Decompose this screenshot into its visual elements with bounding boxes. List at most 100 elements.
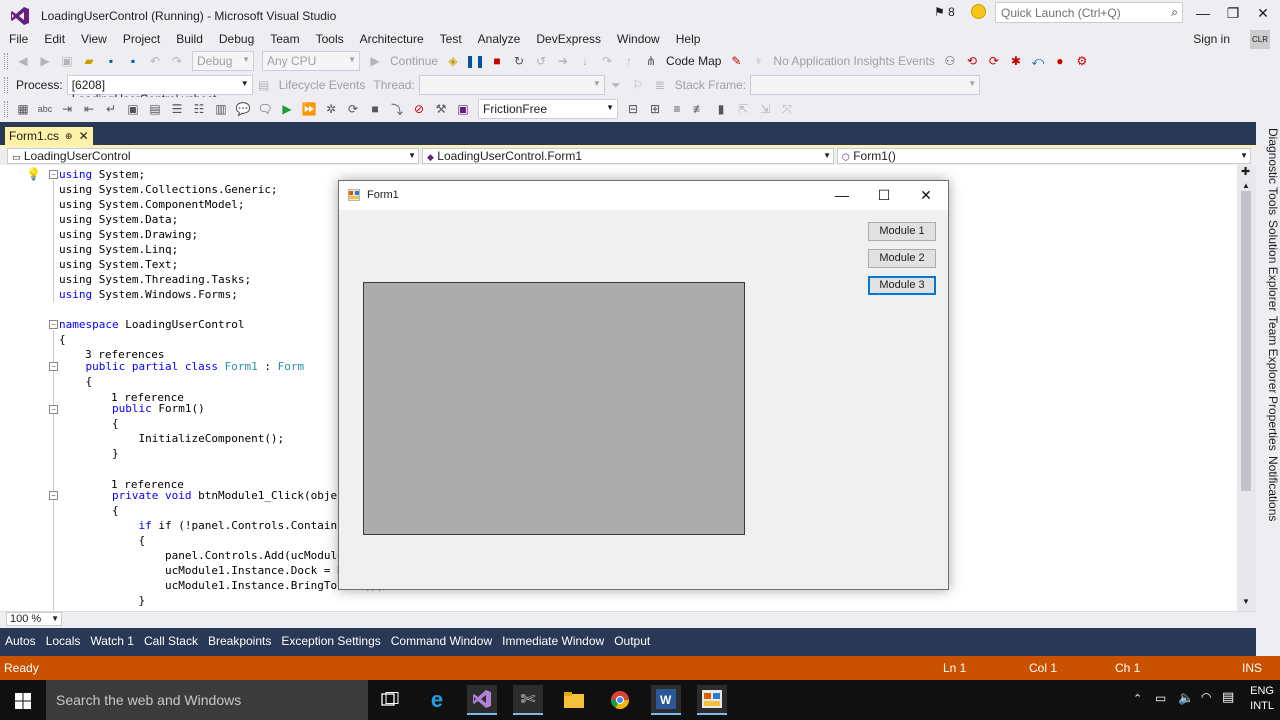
- menu-window[interactable]: Window: [608, 31, 667, 48]
- friction-select[interactable]: FrictionFree ▼: [478, 99, 618, 119]
- zoom-select[interactable]: 100 % ▼: [6, 612, 62, 626]
- glasses-icon[interactable]: ⚇: [942, 53, 958, 69]
- type-dropdown[interactable]: ◆ LoadingUserControl.Form1 ▼: [422, 148, 834, 164]
- start-button[interactable]: [0, 680, 46, 720]
- save-icon[interactable]: ▪: [103, 53, 119, 69]
- step-into-icon[interactable]: ↓: [577, 53, 593, 69]
- language-indicator[interactable]: ENG INTL: [1250, 684, 1274, 714]
- tool-icon[interactable]: ⚒: [433, 101, 449, 117]
- menu-devexpress[interactable]: DevExpress: [527, 31, 608, 48]
- next-bookmark-icon[interactable]: ⇲: [757, 101, 773, 117]
- bug-icon[interactable]: ✲: [323, 101, 339, 117]
- menu-edit[interactable]: Edit: [35, 31, 72, 48]
- align-icon-1[interactable]: ⊟: [625, 101, 641, 117]
- menu-analyze[interactable]: Analyze: [469, 31, 528, 48]
- devexpress-icon-1[interactable]: ⟲: [964, 53, 980, 69]
- menu-help[interactable]: Help: [667, 31, 708, 48]
- form-app-icon[interactable]: [697, 685, 727, 715]
- menu-team[interactable]: Team: [261, 31, 306, 48]
- bookmark-icon[interactable]: ▮: [713, 101, 729, 117]
- run-all-icon[interactable]: ⏩: [301, 101, 317, 117]
- tab-autos[interactable]: Autos: [0, 630, 41, 652]
- redo-icon[interactable]: ↷: [169, 53, 185, 69]
- taskbar-search-input[interactable]: Search the web and Windows: [46, 680, 368, 720]
- restore-button[interactable]: ❐: [1218, 0, 1248, 26]
- menu-test[interactable]: Test: [431, 31, 469, 48]
- sign-in-link[interactable]: Sign in: [1193, 32, 1230, 46]
- quick-launch-input[interactable]: Quick Launch (Ctrl+Q) ⌕: [995, 2, 1183, 23]
- purple-box-icon[interactable]: ▣: [455, 101, 471, 117]
- application-insights-dropdown[interactable]: No Application Insights Events: [773, 54, 934, 68]
- menu-project[interactable]: Project: [114, 31, 167, 48]
- back-icon[interactable]: ◀: [15, 53, 31, 69]
- tab-command-window[interactable]: Command Window: [386, 630, 497, 652]
- pin-icon[interactable]: ⊕: [65, 131, 73, 142]
- side-tab-team-explorer[interactable]: Team Explorer: [1256, 316, 1280, 393]
- form1-minimize-button[interactable]: —: [821, 181, 863, 210]
- tools-app-icon[interactable]: ✄: [513, 685, 543, 715]
- tab-call-stack[interactable]: Call Stack: [139, 630, 203, 652]
- continue-button[interactable]: Continue: [390, 54, 438, 68]
- devexpress-icon-4[interactable]: ⤺: [1030, 53, 1046, 69]
- collapse-class-toggle[interactable]: −: [49, 362, 58, 371]
- visual-studio-taskbar-icon[interactable]: [467, 685, 497, 715]
- tab-watch-1[interactable]: Watch 1: [85, 630, 139, 652]
- member-dropdown[interactable]: ⬡ Form1() ▼: [837, 148, 1251, 164]
- close-tab-icon[interactable]: ✕: [79, 129, 89, 143]
- line-number-icon[interactable]: ▣: [125, 101, 141, 117]
- minimize-button[interactable]: —: [1188, 0, 1218, 26]
- step-over-icon[interactable]: ↷: [599, 53, 615, 69]
- outdent-icon[interactable]: ⇤: [81, 101, 97, 117]
- insights-icon[interactable]: ♆: [750, 53, 766, 69]
- edge-browser-icon[interactable]: e: [422, 685, 452, 715]
- form1-window[interactable]: Form1 — ☐ ✕ Module 1 Module 2 Module 3: [338, 180, 949, 590]
- side-tab-solution-explorer[interactable]: Solution Explorer: [1256, 220, 1280, 311]
- collapse-namespace-toggle[interactable]: −: [49, 320, 58, 329]
- solution-configuration-select[interactable]: Debug ▼: [192, 51, 254, 71]
- undo-icon[interactable]: ↶: [147, 53, 163, 69]
- module-2-button[interactable]: Module 2: [868, 249, 936, 268]
- filter-icon[interactable]: ⏷: [608, 77, 624, 93]
- restart-icon[interactable]: ↻: [511, 53, 527, 69]
- close-button[interactable]: ✕: [1248, 0, 1278, 26]
- scroll-up-icon[interactable]: ▲: [1242, 181, 1250, 190]
- scroll-down-icon[interactable]: ▼: [1242, 597, 1250, 606]
- diagnostics-icon[interactable]: ✎: [728, 53, 744, 69]
- no-entry-icon[interactable]: ⊘: [411, 101, 427, 117]
- battery-icon[interactable]: ▭: [1155, 691, 1166, 705]
- list-icon-1[interactable]: ≡: [669, 101, 685, 117]
- code-map-button[interactable]: Code Map: [666, 54, 721, 68]
- tab-locals[interactable]: Locals: [41, 630, 86, 652]
- clear-bookmarks-icon[interactable]: ⤧: [779, 101, 795, 117]
- form1-maximize-button[interactable]: ☐: [863, 181, 905, 210]
- comment-icon[interactable]: ▥: [213, 101, 229, 117]
- form1-title-bar[interactable]: Form1 — ☐ ✕: [339, 181, 948, 210]
- refresh-icon[interactable]: ⟳: [345, 101, 361, 117]
- menu-file[interactable]: File: [0, 31, 35, 48]
- bubble-icon-2[interactable]: 🗨: [257, 101, 273, 117]
- menu-debug[interactable]: Debug: [210, 31, 261, 48]
- task-view-icon[interactable]: [375, 685, 405, 715]
- solution-platform-select[interactable]: Any CPU ▼: [262, 51, 360, 71]
- module-1-button[interactable]: Module 1: [868, 222, 936, 241]
- devexpress-icon-2[interactable]: ⟳: [986, 53, 1002, 69]
- chrome-icon[interactable]: [605, 685, 635, 715]
- attach-icon[interactable]: ◈: [445, 53, 461, 69]
- code-map-icon[interactable]: ⋔: [643, 53, 659, 69]
- devexpress-icon-3[interactable]: ✱: [1008, 53, 1024, 69]
- menu-tools[interactable]: Tools: [307, 31, 351, 48]
- word-icon[interactable]: W: [651, 685, 681, 715]
- devexpress-icon-5[interactable]: ●: [1052, 53, 1068, 69]
- file-explorer-icon[interactable]: [559, 685, 589, 715]
- align-icon-2[interactable]: ⊞: [647, 101, 663, 117]
- stop-square-icon[interactable]: ■: [367, 101, 383, 117]
- tab-breakpoints[interactable]: Breakpoints: [203, 630, 276, 652]
- menu-view[interactable]: View: [72, 31, 114, 48]
- pause-icon[interactable]: ❚❚: [465, 53, 485, 69]
- collapse-method-toggle[interactable]: −: [49, 491, 58, 500]
- action-center-icon[interactable]: ▤: [1222, 689, 1234, 705]
- spell-icon[interactable]: ▦: [15, 101, 31, 117]
- hot-reload-icon[interactable]: ↺: [533, 53, 549, 69]
- devexpress-icon-6[interactable]: ⚙: [1074, 53, 1090, 69]
- tab-output[interactable]: Output: [609, 630, 655, 652]
